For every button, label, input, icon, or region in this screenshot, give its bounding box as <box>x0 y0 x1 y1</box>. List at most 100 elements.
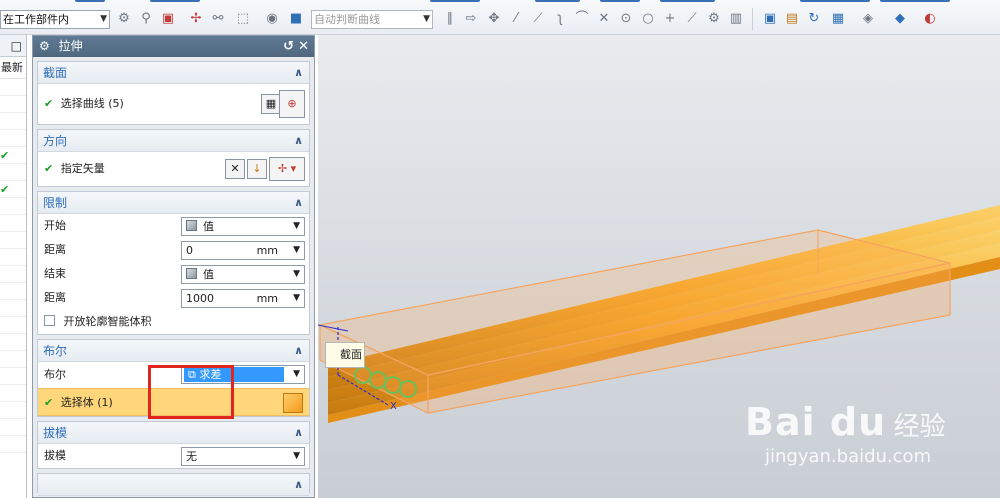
arc-icon[interactable]: ⌒ <box>574 11 590 27</box>
list-item[interactable] <box>0 249 26 266</box>
render-style-icon[interactable]: ◈ <box>860 11 876 27</box>
draft-select[interactable]: 无 ▼ <box>181 447 305 466</box>
slash-icon[interactable]: ⟋ <box>530 11 546 27</box>
solid-body-icon[interactable]: ■ <box>288 11 304 27</box>
boolean-group-header[interactable]: 布尔 ∧ <box>38 340 309 362</box>
list-item[interactable] <box>0 198 26 215</box>
list-item[interactable] <box>0 79 26 96</box>
list-item[interactable] <box>0 419 26 436</box>
next-group-header[interactable]: ∧ <box>38 474 309 496</box>
restore-window-icon[interactable]: □ <box>0 35 26 57</box>
collapse-icon[interactable]: ∧ <box>294 62 303 84</box>
collapse-icon[interactable]: ∧ <box>294 474 303 496</box>
end-distance-field[interactable]: 1000 mm ▼ <box>181 289 305 308</box>
chevron-down-icon[interactable]: ▼ <box>293 290 300 307</box>
list-item[interactable] <box>0 283 26 300</box>
open-profile-checkbox[interactable] <box>44 315 55 326</box>
draft-value: 无 <box>186 450 197 463</box>
list-item[interactable]: ✔ <box>0 181 26 198</box>
limits-group-header[interactable]: 限制 ∧ <box>38 192 309 214</box>
circle-icon[interactable]: ○ <box>640 11 656 27</box>
view-icon[interactable]: ▣ <box>762 11 778 27</box>
sketch-section-button[interactable]: ▦ <box>261 94 281 114</box>
filter-icon[interactable]: ⚲ <box>138 11 154 27</box>
start-type-select[interactable]: 值 ▼ <box>181 217 305 236</box>
draft-group-header[interactable]: 拔模 ∧ <box>38 422 309 444</box>
visibility-icon[interactable]: ◐ <box>922 11 938 27</box>
center-icon[interactable]: ⊙ <box>618 11 634 27</box>
list-item[interactable] <box>0 436 26 453</box>
list-item[interactable] <box>0 368 26 385</box>
list-item[interactable] <box>0 402 26 419</box>
list-item[interactable] <box>0 113 26 130</box>
selection-scope-select[interactable]: 在工作部件内 ▼ <box>0 10 110 29</box>
highlight-annotation <box>148 365 234 419</box>
gear-icon[interactable]: ⚙ <box>39 39 50 53</box>
parallel-icon[interactable]: ∥ <box>442 11 458 27</box>
chevron-down-icon[interactable]: ▼ <box>423 11 430 28</box>
select-curve-row[interactable]: ✔ 选择曲线 (5) ▦ ⊕ <box>38 84 309 124</box>
vector-type-select[interactable]: ✢ ▾ <box>269 157 305 181</box>
list-item[interactable] <box>0 130 26 147</box>
list-item[interactable]: ✔ <box>0 147 26 164</box>
chevron-down-icon[interactable]: ▼ <box>293 266 300 283</box>
chevron-down-icon[interactable]: ▼ <box>293 448 300 465</box>
curve-icon[interactable]: ʅ <box>552 11 568 27</box>
cube-view-icon[interactable]: ◆ <box>892 11 908 27</box>
list-item[interactable] <box>0 215 26 232</box>
list-item[interactable] <box>0 96 26 113</box>
fill-icon[interactable]: ◉ <box>264 11 280 27</box>
check-icon: ✔ <box>44 162 54 175</box>
chevron-down-icon[interactable]: ▼ <box>293 242 300 259</box>
vector-dialog-icon[interactable]: ↓ <box>247 159 267 179</box>
list-item[interactable] <box>0 334 26 351</box>
end-type-value: 值 <box>203 268 214 281</box>
close-icon[interactable]: ✕ <box>298 36 309 57</box>
select-type-icon[interactable]: ▣ <box>160 11 176 27</box>
list-item[interactable] <box>0 266 26 283</box>
list-item[interactable] <box>0 164 26 181</box>
tangent-icon[interactable]: ⟋ <box>684 11 700 27</box>
snap-icon[interactable]: ⚙ <box>116 11 132 27</box>
path-icon[interactable]: ⚯ <box>210 11 226 27</box>
refresh-icon[interactable]: ↻ <box>806 11 822 27</box>
end-type-select[interactable]: 值 ▼ <box>181 265 305 284</box>
section-group-header[interactable]: 截面 ∧ <box>38 62 309 84</box>
draft-label: 拔模 <box>44 449 66 462</box>
list-item[interactable] <box>0 351 26 368</box>
list-item[interactable] <box>0 385 26 402</box>
list-item[interactable] <box>0 317 26 334</box>
collapse-icon[interactable]: ∧ <box>294 130 303 152</box>
reset-icon[interactable]: ↺ <box>283 36 294 57</box>
curve-rule-select[interactable]: 自动判断曲线 ▼ <box>311 10 433 29</box>
direction-group-header[interactable]: 方向 ∧ <box>38 130 309 152</box>
collapse-icon[interactable]: ∧ <box>294 422 303 444</box>
direction-group-title: 方向 <box>43 134 68 148</box>
chevron-down-icon[interactable]: ▼ <box>293 218 300 235</box>
curve-select-button[interactable]: ⊕ <box>279 90 305 118</box>
move-icon[interactable]: ✥ <box>486 11 502 27</box>
start-distance-field[interactable]: 0 mm ▼ <box>181 241 305 260</box>
start-row: 开始 值 ▼ <box>38 214 309 238</box>
specify-vector-row[interactable]: ✔ 指定矢量 ✕ ↓ ✢ ▾ <box>38 152 309 186</box>
grid-icon[interactable]: ▥ <box>728 11 744 27</box>
arrow-right-icon[interactable]: ⇨ <box>463 11 479 27</box>
layout-icon[interactable]: ▦ <box>830 11 846 27</box>
gear-icon[interactable]: ⚙ <box>706 11 722 27</box>
chevron-down-icon[interactable]: ▼ <box>100 11 107 28</box>
plus-icon[interactable]: + <box>662 11 678 27</box>
chevron-down-icon[interactable]: ▼ <box>293 366 300 383</box>
intersect-icon[interactable]: ✕ <box>596 11 612 27</box>
point-icon[interactable]: ✢ <box>188 11 204 27</box>
open-profile-label: 开放轮廓智能体积 <box>63 315 152 328</box>
select-body-cube-icon[interactable] <box>283 393 303 413</box>
line-icon[interactable]: ⁄ <box>508 11 524 27</box>
collapse-icon[interactable]: ∧ <box>294 340 303 362</box>
list-item[interactable] <box>0 300 26 317</box>
save-view-icon[interactable]: ▤ <box>784 11 800 27</box>
reverse-direction-icon[interactable]: ✕ <box>225 159 245 179</box>
open-profile-row[interactable]: 开放轮廓智能体积 <box>38 310 309 334</box>
collapse-icon[interactable]: ∧ <box>294 192 303 214</box>
list-item[interactable] <box>0 232 26 249</box>
box-select-icon[interactable]: ⬚ <box>235 11 251 27</box>
